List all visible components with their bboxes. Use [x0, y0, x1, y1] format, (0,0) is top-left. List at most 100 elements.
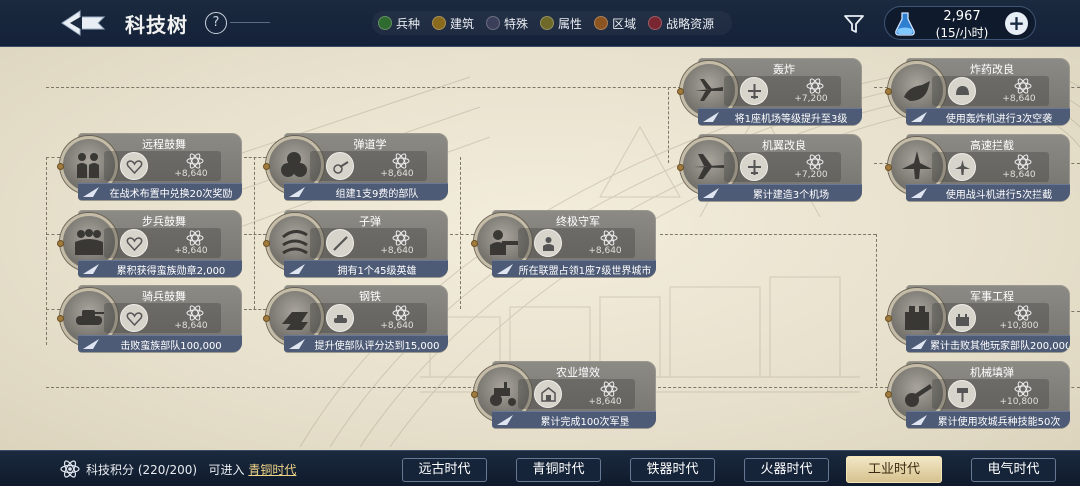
soldiers-icon [75, 229, 103, 255]
legend-dot [540, 16, 555, 30]
next-era-link[interactable]: 青铜时代 [248, 463, 296, 477]
add-resource-button[interactable]: + [1005, 12, 1028, 35]
node-title: 农业增效 [556, 366, 600, 379]
atom-icon [186, 305, 204, 321]
shells-icon [281, 152, 307, 177]
node-condition: 组建1支9费的部队 [335, 189, 419, 200]
tech-node-ranged-inspire[interactable]: 远程鼓舞 +8,640 在战术布置中兑换20次奖励 [57, 133, 242, 201]
atom-icon [392, 153, 410, 169]
rifle-icon [326, 229, 354, 257]
node-condition-bar: 累计使用攻城兵种技能50次 [906, 411, 1070, 428]
wing-icon [289, 187, 305, 197]
tech-node-bullet[interactable]: 子弹 +8,640 拥有1个45级英雄 [263, 210, 448, 278]
bottom-bar: 科技积分 (220/200) 可进入 青铜时代 远古时代 青铜时代 铁器时代 火… [0, 450, 1080, 486]
wing-icon [911, 112, 927, 122]
connector-line [46, 234, 60, 235]
node-reward: +7,200 [724, 76, 841, 106]
connector-line [46, 387, 476, 388]
score-label: 科技积分 [86, 463, 135, 477]
hammer-icon [948, 380, 976, 408]
plane-icon [740, 153, 768, 181]
plane-icon [740, 77, 768, 105]
tab-electric-era[interactable]: 电气时代 [971, 458, 1056, 482]
node-title: 机械填弹 [970, 366, 1014, 379]
help-button[interactable]: ? [205, 12, 227, 34]
wing-icon [289, 339, 305, 349]
node-points: +10,800 [999, 397, 1039, 407]
node-title: 弹道学 [353, 138, 387, 151]
tab-gunpowder-era[interactable]: 火器时代 [744, 458, 829, 482]
node-condition: 将1座机场等级提升至3级 [734, 114, 848, 125]
tech-node-ultimate-garrison[interactable]: 终极守军 +8,640 所在联盟占领1座7级世界城市 [471, 210, 656, 278]
tech-node-bombing[interactable]: 轰炸 +7,200 将1座机场等级提升至3级 [677, 58, 862, 126]
connector-line [668, 87, 669, 163]
legend-item-strategic-resources: 战略资源 [648, 11, 714, 35]
tech-node-agriculture-boost[interactable]: 农业增效 +8,640 累计完成100次军垦 [471, 361, 656, 429]
flask-icon [893, 11, 917, 37]
back-arrow-icon[interactable] [58, 6, 108, 40]
atom-icon [1014, 305, 1032, 321]
atom-icon [600, 230, 618, 246]
legend-item-units: 兵种 [378, 11, 420, 35]
tech-node-mechanical-loading[interactable]: 机械填弹 +10,800 累计使用攻城兵种技能50次 [885, 361, 1070, 429]
tech-node-high-speed-intercept[interactable]: 高速拦截 +8,640 使用战斗机进行5次拦截 [885, 134, 1070, 202]
node-condition-bar: 累计完成100次军垦 [492, 411, 656, 428]
legend-label: 建筑 [450, 16, 475, 31]
connector-pin [263, 315, 270, 322]
tech-tree-map[interactable]: 远程鼓舞 +8,640 在战术布置中兑换20次奖励 步兵鼓舞 +8,640 累积… [0, 47, 1080, 450]
soldiers-icon [77, 153, 99, 178]
tech-node-infantry-inspire[interactable]: 步兵鼓舞 +8,640 累积获得蛮族勋章2,000 [57, 210, 242, 278]
legend-dot [378, 16, 392, 30]
connector-pin [57, 240, 64, 247]
node-condition: 提升使部队评分达到15,000 [314, 341, 440, 352]
fighter-icon [948, 153, 976, 181]
node-reward: +8,640 [310, 228, 427, 258]
divider [230, 22, 270, 23]
connector-line [46, 309, 60, 310]
atom-icon [806, 154, 824, 170]
wing-icon [497, 415, 513, 425]
top-bar: 科技树 ? 兵种 建筑 特殊 属性 区域 战略资源 2,967 (15/小时) … [0, 0, 1080, 47]
connector-pin [885, 88, 892, 95]
tank-icon [326, 304, 354, 332]
node-reward: +8,640 [932, 76, 1049, 106]
node-reward: +8,640 [932, 152, 1049, 182]
node-reward: +8,640 [518, 228, 635, 258]
connector-line [460, 157, 461, 309]
helmet-icon [948, 77, 976, 105]
connector-pin [57, 163, 64, 170]
node-reward: +10,800 [932, 303, 1049, 333]
atom-icon [1014, 154, 1032, 170]
tech-node-steel[interactable]: 钢铁 +8,640 提升使部队评分达到15,000 [263, 285, 448, 353]
soldier-icon [534, 229, 562, 257]
fort-icon [948, 304, 976, 332]
connector-pin [677, 88, 684, 95]
connector-pin [885, 391, 892, 398]
node-title: 子弹 [359, 215, 381, 228]
tech-node-wing-improvement[interactable]: 机翼改良 +7,200 累计建造3个机场 [677, 134, 862, 202]
heart-shield-icon [120, 304, 148, 332]
legend-item-region: 区域 [594, 11, 636, 35]
bunker-icon [905, 306, 929, 330]
legend-dot [432, 16, 447, 30]
node-points: +7,200 [794, 94, 828, 104]
tech-node-military-engineering[interactable]: 军事工程 +10,800 累计击败其他玩家部队200,000 [885, 285, 1070, 353]
connector-line [46, 157, 60, 158]
fighter-icon [902, 151, 932, 179]
connector-line [46, 87, 686, 88]
node-points: +8,640 [588, 246, 622, 256]
node-points: +8,640 [1002, 170, 1036, 180]
tab-ancient-era[interactable]: 远古时代 [402, 458, 487, 482]
tech-node-cavalry-inspire[interactable]: 骑兵鼓舞 +8,640 击败蛮族部队100,000 [57, 285, 242, 353]
node-points: +10,800 [999, 321, 1039, 331]
tab-industrial-era[interactable]: 工业时代 [846, 456, 942, 483]
node-condition-bar: 击败蛮族部队100,000 [78, 335, 242, 352]
tab-iron-era[interactable]: 铁器时代 [630, 458, 715, 482]
tech-node-explosive-improvement[interactable]: 炸药改良 +8,640 使用轰炸机进行3次空袭 [885, 58, 1070, 126]
tab-bronze-era[interactable]: 青铜时代 [516, 458, 601, 482]
tech-node-ballistics[interactable]: 弹道学 +8,640 组建1支9费的部队 [263, 133, 448, 201]
node-title: 轰炸 [773, 63, 795, 76]
filter-icon[interactable] [842, 12, 866, 36]
wing-icon [703, 112, 719, 122]
node-condition: 累计建造3个机场 [752, 190, 830, 201]
